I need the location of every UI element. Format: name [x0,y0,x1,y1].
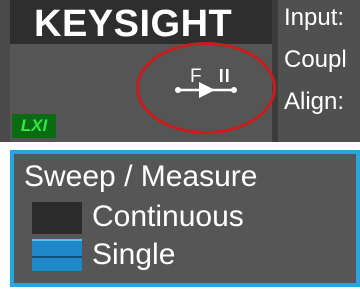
single-label[interactable]: Single [92,238,175,272]
logo-strip: KEYSIGHT [10,0,272,45]
sweep-measure-title: Sweep / Measure [24,160,258,193]
red-circle-highlight [136,42,276,134]
continuous-label[interactable]: Continuous [92,200,244,234]
info-align: Align: [284,88,345,115]
info-coupling: Coupl [284,46,347,73]
continuous-button[interactable] [32,202,82,234]
lxi-badge: LXI [12,114,56,138]
single-button[interactable] [32,239,82,271]
sweep-measure-panel: Sweep / Measure Continuous Single [10,150,360,287]
info-input: Input: [284,4,345,31]
keysight-logo: KEYSIGHT [34,3,233,45]
bottom-border [0,290,360,295]
info-panel: Input: Coupl Align: [278,0,360,142]
